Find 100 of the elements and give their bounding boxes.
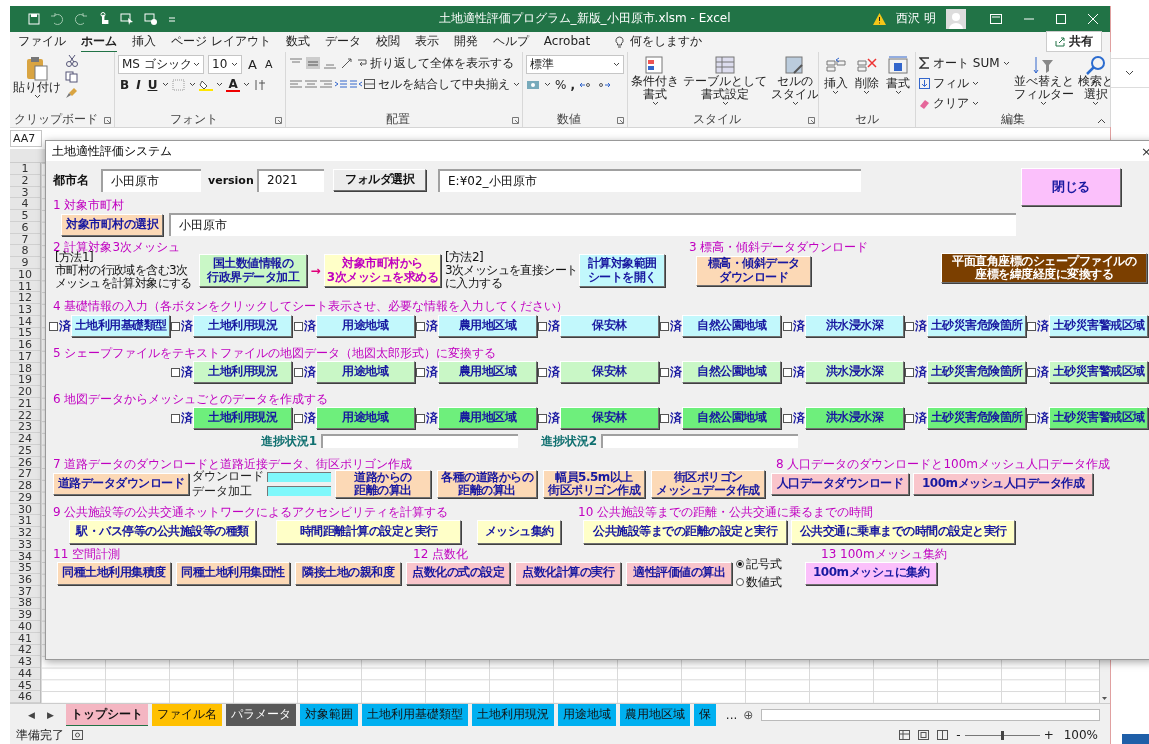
done-checkbox[interactable]: 済 bbox=[415, 363, 437, 381]
folder-select-button[interactable]: フォルダ選択 bbox=[333, 169, 426, 191]
launcher-icon[interactable] bbox=[617, 116, 624, 124]
sheet-tab[interactable]: 保 bbox=[693, 703, 716, 727]
done-checkbox[interactable]: 済 bbox=[293, 363, 315, 381]
cells-button[interactable]: 削除 bbox=[855, 54, 879, 95]
sheet-button[interactable]: 洪水浸水深 bbox=[804, 315, 904, 337]
sheet-button[interactable]: 土砂災害警戒区域 bbox=[1049, 407, 1149, 429]
done-checkbox[interactable]: 済 bbox=[171, 317, 193, 335]
radio-option[interactable]: 記号式 bbox=[736, 555, 791, 573]
styles-button[interactable]: テーブルとして 書式設定 bbox=[683, 54, 767, 107]
collapse-icon[interactable] bbox=[1097, 117, 1106, 124]
fill-color-icon[interactable] bbox=[199, 78, 214, 91]
sheet-tab[interactable]: ファイル名 bbox=[151, 703, 222, 727]
sheet-button[interactable]: 自然公園地域 bbox=[682, 407, 782, 429]
name-box[interactable]: AA7 bbox=[10, 130, 42, 148]
sheet-tab[interactable]: 農用地区域 bbox=[619, 703, 690, 727]
sheet-button[interactable]: 保安林 bbox=[560, 361, 660, 383]
ribbon-tab[interactable]: ページ レイアウト bbox=[171, 30, 271, 53]
sheet-tab[interactable]: トップシート bbox=[65, 703, 148, 727]
city-field[interactable]: 小田原市 bbox=[101, 168, 201, 192]
sheet-button[interactable]: 保安林 bbox=[560, 315, 660, 337]
sheet-button[interactable]: 土地利用現況 bbox=[193, 407, 293, 429]
action-button[interactable]: 道路からの 距離の算出 bbox=[335, 470, 431, 498]
ribbon-tab[interactable]: 数式 bbox=[285, 30, 310, 53]
sheet-tab[interactable]: パラメータ bbox=[225, 703, 296, 727]
sheet-button[interactable]: 土砂災害危険箇所 bbox=[927, 361, 1027, 383]
brush-icon[interactable] bbox=[65, 86, 79, 99]
action-button[interactable]: 点数化計算の実行 bbox=[515, 561, 621, 585]
more-tabs-button[interactable]: ... bbox=[725, 708, 738, 723]
sheet-button[interactable]: 自然公園地域 bbox=[682, 361, 782, 383]
close-icon[interactable] bbox=[1088, 13, 1098, 24]
shrink-font-button[interactable]: A bbox=[262, 57, 275, 71]
sheet-button[interactable]: 洪水浸水深 bbox=[804, 361, 904, 383]
sheet-button[interactable]: 用途地域 bbox=[315, 407, 415, 429]
copy-icon[interactable] bbox=[65, 70, 79, 83]
launcher-icon[interactable] bbox=[275, 116, 282, 124]
sheet-button[interactable]: 土砂災害警戒区域 bbox=[1049, 361, 1149, 383]
sheet-button[interactable]: 農用地区域 bbox=[437, 361, 537, 383]
sheet-button[interactable]: 土地利用現況 bbox=[193, 361, 293, 383]
sheet-button[interactable]: 土地利用基礎類型 bbox=[71, 315, 170, 337]
action-button[interactable]: 同種土地利用集積度 bbox=[57, 561, 171, 585]
bold-button[interactable]: B bbox=[118, 77, 132, 92]
ribbon-tab[interactable]: 校閲 bbox=[375, 30, 400, 53]
sheet-button[interactable]: 自然公園地域 bbox=[682, 315, 782, 337]
redo-icon[interactable] bbox=[74, 12, 88, 25]
launcher-icon[interactable] bbox=[104, 116, 111, 124]
done-checkbox[interactable]: 済 bbox=[782, 363, 804, 381]
clear-button[interactable]: クリア bbox=[919, 94, 1010, 112]
done-checkbox[interactable]: 済 bbox=[1027, 317, 1049, 335]
radio-option[interactable]: 数値式 bbox=[736, 573, 791, 591]
sheet-tab[interactable]: 土地利用現況 bbox=[471, 703, 554, 727]
sheet-button[interactable]: 土砂災害危険箇所 bbox=[927, 407, 1027, 429]
close-form-button[interactable]: 閉じる bbox=[1021, 168, 1121, 206]
done-checkbox[interactable]: 済 bbox=[1027, 409, 1049, 427]
sheet-button[interactable]: 農用地区域 bbox=[437, 315, 537, 337]
fill-button[interactable]: フィル bbox=[919, 74, 1010, 92]
sheet-button[interactable]: 用途地域 bbox=[315, 361, 415, 383]
action-button[interactable]: 適性評価値の算出 bbox=[626, 561, 732, 585]
number-format-field[interactable]: 標準 bbox=[526, 54, 624, 74]
sheet-button[interactable]: 保安林 bbox=[560, 407, 660, 429]
customize-icon[interactable] bbox=[168, 14, 176, 23]
underline-button[interactable]: U bbox=[145, 77, 160, 92]
download-button[interactable]: 道路データダウンロード bbox=[53, 473, 189, 495]
folder-path-field[interactable]: E:¥02_小田原市 bbox=[438, 168, 861, 192]
sheet-nav-button[interactable]: ◀ bbox=[28, 710, 35, 721]
sheet-tab[interactable]: 土地利用基礎類型 bbox=[361, 703, 468, 727]
chevron-icon[interactable] bbox=[1125, 70, 1134, 76]
zoom-slider-thumb[interactable] bbox=[1001, 730, 1005, 740]
sheet-button[interactable]: 用途地域 bbox=[315, 315, 415, 337]
font-name-field[interactable]: MS ゴシック bbox=[118, 54, 204, 74]
municipality-field[interactable]: 小田原市 bbox=[169, 213, 1016, 236]
ribbon-display-icon[interactable] bbox=[990, 13, 1002, 24]
done-checkbox[interactable]: 済 bbox=[538, 317, 560, 335]
action-button[interactable]: 計算対象範囲 シートを開く bbox=[579, 254, 665, 287]
align-middle-icon[interactable] bbox=[306, 57, 320, 70]
done-checkbox[interactable]: 済 bbox=[538, 363, 560, 381]
ribbon-tab[interactable]: 表示 bbox=[414, 30, 439, 53]
cells-button[interactable]: 書式 bbox=[886, 54, 911, 95]
horizontal-scrollbar[interactable] bbox=[761, 709, 1100, 722]
sheet-nav-button[interactable]: ▶ bbox=[46, 710, 54, 721]
done-checkbox[interactable]: 済 bbox=[49, 317, 70, 335]
done-checkbox[interactable]: 済 bbox=[660, 363, 682, 381]
done-checkbox[interactable]: 済 bbox=[171, 409, 193, 427]
done-checkbox[interactable]: 済 bbox=[782, 317, 804, 335]
styles-button[interactable]: 条件付き 書式 bbox=[631, 54, 679, 107]
comma-button[interactable]: , bbox=[570, 77, 575, 92]
action-button[interactable]: 公共施設等までの距離の設定と実行 bbox=[583, 520, 787, 544]
action-button[interactable]: 100mメッシュ人口データ作成 bbox=[913, 473, 1093, 495]
action-button[interactable]: 街区ポリゴン メッシュデータ作成 bbox=[651, 470, 765, 498]
ribbon-tab[interactable]: Acrobat bbox=[543, 32, 591, 52]
wrap-text-button[interactable]: 折り返して全体を表示する bbox=[357, 54, 514, 72]
done-checkbox[interactable]: 済 bbox=[293, 409, 315, 427]
version-field[interactable]: 2021 bbox=[257, 168, 324, 192]
sheet-tab[interactable]: 用途地域 bbox=[557, 703, 616, 727]
done-checkbox[interactable]: 済 bbox=[660, 317, 682, 335]
action-button[interactable]: 人口データダウンロード bbox=[771, 473, 909, 495]
done-checkbox[interactable]: 済 bbox=[415, 409, 437, 427]
done-checkbox[interactable]: 済 bbox=[171, 363, 193, 381]
sheet-button[interactable]: 土地利用現況 bbox=[193, 315, 293, 337]
